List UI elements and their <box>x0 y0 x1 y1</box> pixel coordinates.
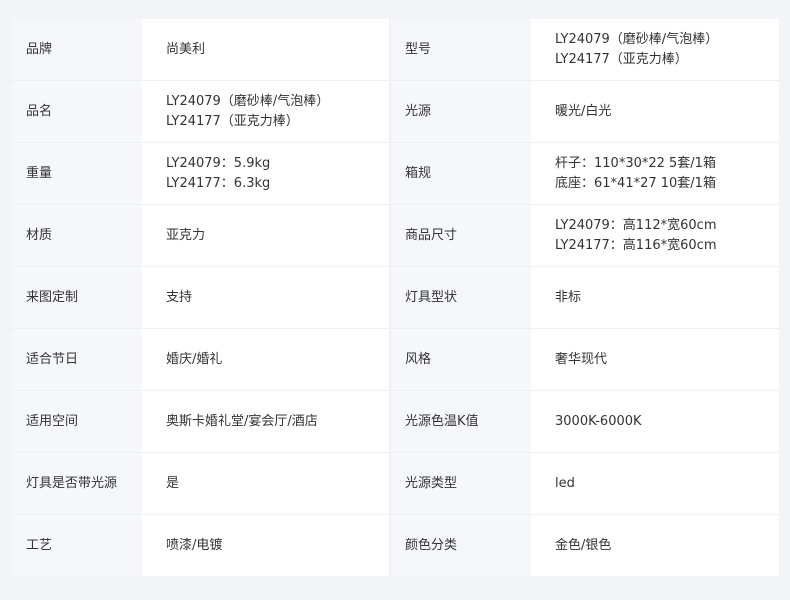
spec-label: 光源色温K值 <box>405 413 479 429</box>
spec-value-cell: 尚美利 <box>142 19 390 81</box>
spec-label: 型号 <box>405 41 432 57</box>
spec-label-cell: 灯具型状 <box>389 266 531 329</box>
spec-label-cell: 工艺 <box>12 514 142 576</box>
spec-value-cell: 暖光/白光 <box>531 80 779 143</box>
spec-row: 材质 亚克力 商品尺寸 LY24079：高112*宽60cm LY24177：高116*… <box>12 204 779 267</box>
spec-label: 光源 <box>405 103 432 119</box>
spec-value-line: 底座：61*41*27 10套/1箱 <box>555 175 716 191</box>
spec-label: 箱规 <box>405 165 432 181</box>
spec-row: 来图定制 支持 灯具型状 非标 <box>12 266 779 329</box>
spec-label: 品牌 <box>26 41 53 57</box>
spec-label-cell: 光源类型 <box>389 452 531 515</box>
spec-label-cell: 风格 <box>389 328 531 391</box>
spec-label-cell: 适用空间 <box>12 390 142 453</box>
spec-value-line: LY24177：高116*宽60cm <box>555 237 717 253</box>
spec-label: 光源类型 <box>405 475 458 491</box>
spec-label-cell: 光源色温K值 <box>389 390 531 453</box>
spec-label: 适合节日 <box>26 351 79 367</box>
spec-label: 灯具是否带光源 <box>26 475 118 491</box>
spec-value-cell: 3000K-6000K <box>531 390 779 453</box>
spec-label: 颜色分类 <box>405 537 458 553</box>
spec-label-cell: 光源 <box>389 80 531 143</box>
spec-label: 风格 <box>405 351 432 367</box>
spec-value-line: 奥斯卡婚礼堂/宴会厅/酒店 <box>166 413 318 429</box>
spec-value-cell: 非标 <box>531 266 779 329</box>
spec-label-cell: 灯具是否带光源 <box>12 452 142 515</box>
spec-value-line: 奢华现代 <box>555 351 608 367</box>
spec-table-body: 品牌 尚美利 型号 LY24079（磨砂棒/气泡棒） LY24177（亚克力棒） 品名 LY… <box>12 19 779 576</box>
spec-value-line: 婚庆/婚礼 <box>166 351 223 367</box>
spec-label-cell: 重量 <box>12 142 142 205</box>
spec-value-cell: LY24079：5.9kg LY24177：6.3kg <box>142 142 390 205</box>
spec-value-cell: LY24079（磨砂棒/气泡棒） LY24177（亚克力棒） <box>142 80 390 143</box>
spec-row: 重量 LY24079：5.9kg LY24177：6.3kg 箱规 杆子：110*30*… <box>12 142 779 205</box>
spec-value-line: 喷漆/电镀 <box>166 537 223 553</box>
spec-label: 工艺 <box>26 537 53 553</box>
spec-value-line: LY24079（磨砂棒/气泡棒） <box>555 31 719 47</box>
spec-row: 适用空间 奥斯卡婚礼堂/宴会厅/酒店 光源色温K值 3000K-6000K <box>12 390 779 453</box>
product-spec-table: 品牌 尚美利 型号 LY24079（磨砂棒/气泡棒） LY24177（亚克力棒） 品名 LY… <box>12 19 779 576</box>
spec-value-cell: 奥斯卡婚礼堂/宴会厅/酒店 <box>142 390 390 453</box>
spec-value-line: 是 <box>166 475 180 491</box>
spec-value-line: LY24079（磨砂棒/气泡棒） <box>166 93 330 109</box>
spec-label: 适用空间 <box>26 413 79 429</box>
spec-value-cell: 亚克力 <box>142 204 390 267</box>
spec-value-line: 非标 <box>555 289 582 305</box>
spec-row: 品牌 尚美利 型号 LY24079（磨砂棒/气泡棒） LY24177（亚克力棒） <box>12 19 779 81</box>
spec-value-line: 金色/银色 <box>555 537 612 553</box>
spec-value-line: LY24079：高112*宽60cm <box>555 217 717 233</box>
spec-value-cell: led <box>531 452 779 515</box>
spec-value-cell: 婚庆/婚礼 <box>142 328 390 391</box>
spec-label: 灯具型状 <box>405 289 458 305</box>
spec-row: 品名 LY24079（磨砂棒/气泡棒） LY24177（亚克力棒） 光源 暖光/白光 <box>12 80 779 143</box>
spec-value-cell: 杆子：110*30*22 5套/1箱 底座：61*41*27 10套/1箱 <box>531 142 779 205</box>
spec-value-line: 暖光/白光 <box>555 103 612 119</box>
spec-label: 材质 <box>26 227 53 243</box>
spec-label-cell: 品名 <box>12 80 142 143</box>
spec-value-line: LY24177：6.3kg <box>166 175 271 191</box>
spec-label: 重量 <box>26 165 53 181</box>
spec-label-cell: 箱规 <box>389 142 531 205</box>
spec-label-cell: 材质 <box>12 204 142 267</box>
spec-value-line: 尚美利 <box>166 41 206 57</box>
spec-value-cell: 喷漆/电镀 <box>142 514 390 576</box>
spec-row: 灯具是否带光源 是 光源类型 led <box>12 452 779 515</box>
spec-value-cell: LY24079：高112*宽60cm LY24177：高116*宽60cm <box>531 204 779 267</box>
spec-label-cell: 品牌 <box>12 19 142 81</box>
spec-value-line: 支持 <box>166 289 193 305</box>
spec-label-cell: 适合节日 <box>12 328 142 391</box>
spec-label-cell: 来图定制 <box>12 266 142 329</box>
spec-label-cell: 颜色分类 <box>389 514 531 576</box>
spec-value-line: LY24177（亚克力棒） <box>166 113 299 129</box>
spec-row: 工艺 喷漆/电镀 颜色分类 金色/银色 <box>12 514 779 576</box>
spec-row: 适合节日 婚庆/婚礼 风格 奢华现代 <box>12 328 779 391</box>
spec-label: 品名 <box>26 103 53 119</box>
spec-label: 来图定制 <box>26 289 79 305</box>
spec-label-cell: 型号 <box>389 19 531 81</box>
spec-value-line: LY24079：5.9kg <box>166 155 271 171</box>
spec-value-line: LY24177（亚克力棒） <box>555 51 688 67</box>
spec-label-cell: 商品尺寸 <box>389 204 531 267</box>
spec-value-cell: 金色/银色 <box>531 514 779 576</box>
spec-value-cell: 支持 <box>142 266 390 329</box>
spec-value-cell: 是 <box>142 452 390 515</box>
spec-value-line: led <box>555 475 575 491</box>
spec-value-line: 杆子：110*30*22 5套/1箱 <box>555 155 716 171</box>
spec-value-cell: 奢华现代 <box>531 328 779 391</box>
spec-value-cell: LY24079（磨砂棒/气泡棒） LY24177（亚克力棒） <box>531 19 779 81</box>
spec-value-line: 亚克力 <box>166 227 206 243</box>
spec-label: 商品尺寸 <box>405 227 458 243</box>
spec-value-line: 3000K-6000K <box>555 413 642 429</box>
